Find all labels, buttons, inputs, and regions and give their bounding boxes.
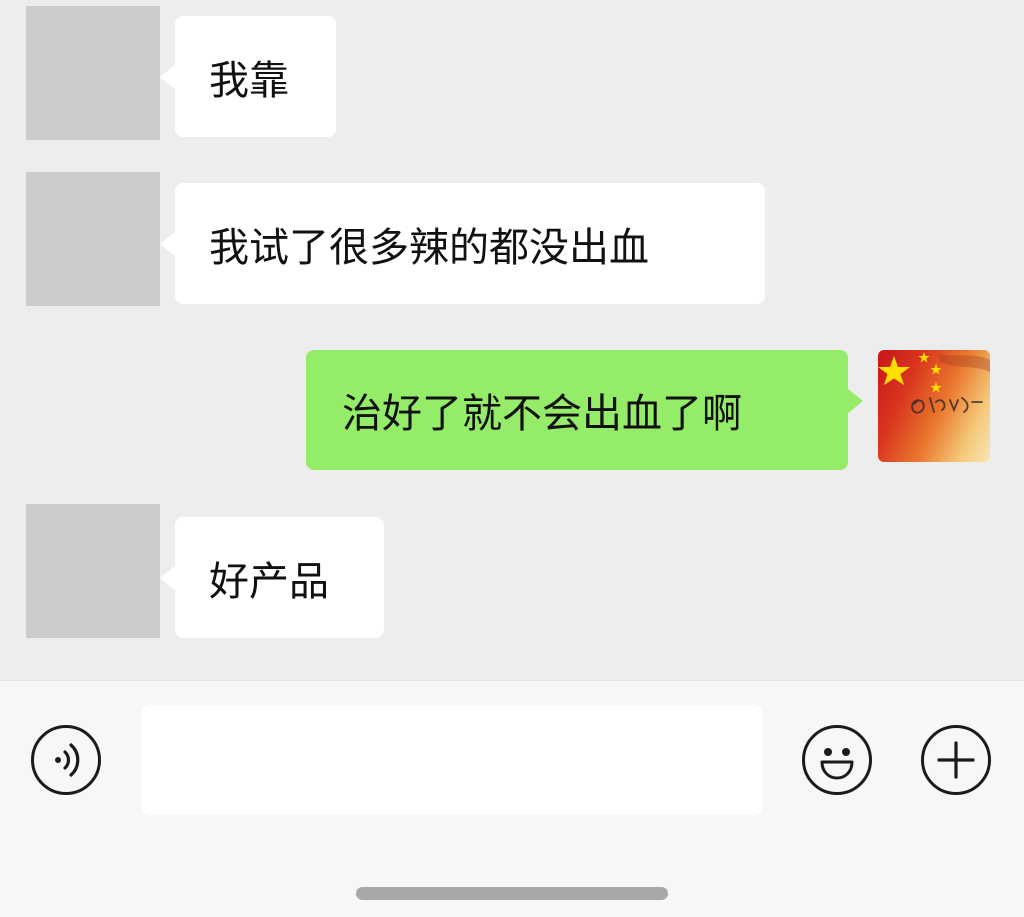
message-text: 我试了很多辣的都没出血: [209, 224, 649, 271]
chat-input-bar: [0, 680, 1024, 917]
leaf-decoration: [938, 354, 990, 372]
self-avatar[interactable]: [878, 350, 990, 462]
message-input[interactable]: [142, 705, 762, 815]
emoji-icon: [820, 748, 854, 780]
message-bubble-incoming[interactable]: 我试了很多辣的都没出血: [160, 183, 765, 304]
message-text: 我靠: [209, 57, 289, 104]
contact-avatar[interactable]: [26, 172, 160, 306]
star-icon: [930, 364, 942, 375]
voice-icon: [55, 743, 80, 777]
contact-avatar[interactable]: [26, 6, 160, 140]
star-icon: [878, 356, 910, 385]
message-text: 好产品: [209, 558, 329, 605]
message-bubble-outgoing[interactable]: 治好了就不会出血了啊: [306, 350, 863, 470]
plus-icon: [937, 741, 975, 779]
message-bubble-incoming[interactable]: 好产品: [160, 517, 384, 638]
emoji-button[interactable]: [802, 725, 872, 795]
star-icon: [918, 352, 930, 363]
more-button[interactable]: [921, 725, 991, 795]
flag-avatar-image: [878, 352, 990, 414]
star-icon: [930, 382, 942, 393]
message-text: 治好了就不会出血了啊: [342, 391, 742, 437]
contact-avatar[interactable]: [26, 504, 160, 638]
voice-button[interactable]: [31, 725, 101, 795]
signature-mark: [911, 397, 983, 414]
message-bubble-incoming[interactable]: 我靠: [160, 16, 336, 137]
home-indicator[interactable]: [356, 887, 668, 900]
chat-message-list[interactable]: 我靠 我试了很多辣的都没出血 治好了就不会出血了啊 好产品: [0, 0, 1024, 680]
